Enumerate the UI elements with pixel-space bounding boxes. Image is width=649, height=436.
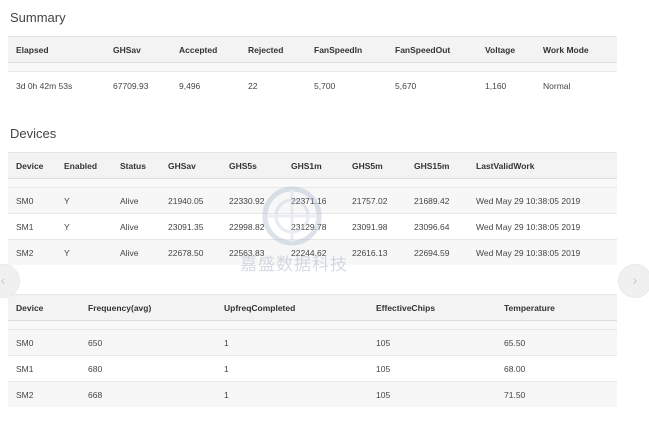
- effectivechips-cell: 105: [368, 355, 496, 382]
- lastvalidwork-cell: Wed May 29 10:38:05 2019: [468, 213, 617, 240]
- devices-header-ghs1m: GHS1m: [283, 152, 344, 179]
- enabled-cell: Y: [56, 187, 112, 214]
- table-row: 3d 0h 42m 53s 67709.93 9,496 22 5,700 5,…: [8, 71, 617, 101]
- table-row: SM2 Y Alive 22678.50 22563.83 22244.62 2…: [8, 239, 617, 265]
- ghs15m-cell: 22694.59: [406, 239, 468, 265]
- temperature-cell: 71.50: [496, 381, 617, 407]
- device-cell: SM0: [8, 187, 56, 214]
- devices-header-device: Device: [8, 152, 56, 179]
- summary-cell-rejected: 22: [240, 71, 306, 101]
- table-row: SM1 680 1 105 68.00: [8, 355, 617, 382]
- frequency-cell: 650: [80, 329, 216, 356]
- chevron-left-icon: ‹: [0, 272, 6, 288]
- status-cell: Alive: [112, 213, 160, 240]
- summary-header-elapsed: Elapsed: [8, 36, 105, 63]
- device-cell: SM1: [8, 355, 80, 382]
- ghs5s-cell: 22563.83: [221, 239, 283, 265]
- ghsav-cell: 22678.50: [160, 239, 221, 265]
- ghs1m-cell: 22244.62: [283, 239, 344, 265]
- ghs5s-cell: 22330.92: [221, 187, 283, 214]
- devices-header-ghs5s: GHS5s: [221, 152, 283, 179]
- devices-header-enabled: Enabled: [56, 152, 112, 179]
- table-row: SM0 Y Alive 21940.05 22330.92 22371.16 2…: [8, 187, 617, 214]
- summary-header-voltage: Voltage: [477, 36, 535, 63]
- ghs1m-cell: 23129.78: [283, 213, 344, 240]
- summary-title: Summary: [10, 10, 66, 25]
- status-cell: Alive: [112, 239, 160, 265]
- enabled-cell: Y: [56, 239, 112, 265]
- prev-arrow-button[interactable]: ‹: [0, 264, 20, 298]
- temperature-cell: 68.00: [496, 355, 617, 382]
- ghsav-cell: 21940.05: [160, 187, 221, 214]
- device-cell: SM2: [8, 239, 56, 265]
- ghs5m-cell: 21757.02: [344, 187, 406, 214]
- devices-header-ghs5m: GHS5m: [344, 152, 406, 179]
- summary-cell-fanspeedout: 5,670: [387, 71, 477, 101]
- frequency-cell: 680: [80, 355, 216, 382]
- status-cell: Alive: [112, 187, 160, 214]
- temperature-cell: 65.50: [496, 329, 617, 356]
- ghs15m-cell: 21689.42: [406, 187, 468, 214]
- next-arrow-button[interactable]: ›: [618, 264, 649, 298]
- devices-header-lastvalidwork: LastValidWork: [468, 152, 617, 179]
- summary-header-accepted: Accepted: [171, 36, 240, 63]
- ghsav-cell: 23091.35: [160, 213, 221, 240]
- effectivechips-cell: 105: [368, 381, 496, 407]
- chips-header-temperature: Temperature: [496, 294, 617, 321]
- summary-table: Elapsed GHSav Accepted Rejected FanSpeed…: [8, 36, 617, 101]
- ghs5m-cell: 23091.98: [344, 213, 406, 240]
- chips-header-effectivechips: EffectiveChips: [368, 294, 496, 321]
- upfreq-cell: 1: [216, 355, 368, 382]
- effectivechips-cell: 105: [368, 329, 496, 356]
- chevron-right-icon: ›: [632, 272, 638, 288]
- ghs5s-cell: 22998.82: [221, 213, 283, 240]
- summary-cell-accepted: 9,496: [171, 71, 240, 101]
- devices-table: Device Enabled Status GHSav GHS5s GHS1m …: [8, 152, 617, 265]
- devices-header-status: Status: [112, 152, 160, 179]
- table-row: SM2 668 1 105 71.50: [8, 381, 617, 407]
- device-cell: SM2: [8, 381, 80, 407]
- ghs5m-cell: 22616.13: [344, 239, 406, 265]
- device-cell: SM1: [8, 213, 56, 240]
- summary-header-fanspeedout: FanSpeedOut: [387, 36, 477, 63]
- summary-cell-voltage: 1,160: [477, 71, 535, 101]
- summary-cell-work-mode: Normal: [535, 71, 617, 101]
- lastvalidwork-cell: Wed May 29 10:38:05 2019: [468, 187, 617, 214]
- summary-cell-ghsav: 67709.93: [105, 71, 171, 101]
- summary-cell-elapsed: 3d 0h 42m 53s: [8, 71, 105, 101]
- summary-header-work-mode: Work Mode: [535, 36, 617, 63]
- ghs1m-cell: 22371.16: [283, 187, 344, 214]
- enabled-cell: Y: [56, 213, 112, 240]
- table-row: SM0 650 1 105 65.50: [8, 329, 617, 356]
- chips-table: Device Frequency(avg) UpfreqCompleted Ef…: [8, 294, 617, 407]
- table-row: SM1 Y Alive 23091.35 22998.82 23129.78 2…: [8, 213, 617, 240]
- chips-header-upfreq: UpfreqCompleted: [216, 294, 368, 321]
- device-cell: SM0: [8, 329, 80, 356]
- summary-cell-fanspeedin: 5,700: [306, 71, 387, 101]
- lastvalidwork-cell: Wed May 29 10:38:05 2019: [468, 239, 617, 265]
- summary-header-rejected: Rejected: [240, 36, 306, 63]
- ghs15m-cell: 23096.64: [406, 213, 468, 240]
- upfreq-cell: 1: [216, 381, 368, 407]
- devices-title: Devices: [10, 126, 57, 141]
- chips-header-device: Device: [8, 294, 80, 321]
- devices-header-ghsav: GHSav: [160, 152, 221, 179]
- upfreq-cell: 1: [216, 329, 368, 356]
- devices-header-ghs15m: GHS15m: [406, 152, 468, 179]
- frequency-cell: 668: [80, 381, 216, 407]
- summary-header-ghsav: GHSav: [105, 36, 171, 63]
- chips-header-frequency: Frequency(avg): [80, 294, 216, 321]
- summary-header-fanspeedin: FanSpeedIn: [306, 36, 387, 63]
